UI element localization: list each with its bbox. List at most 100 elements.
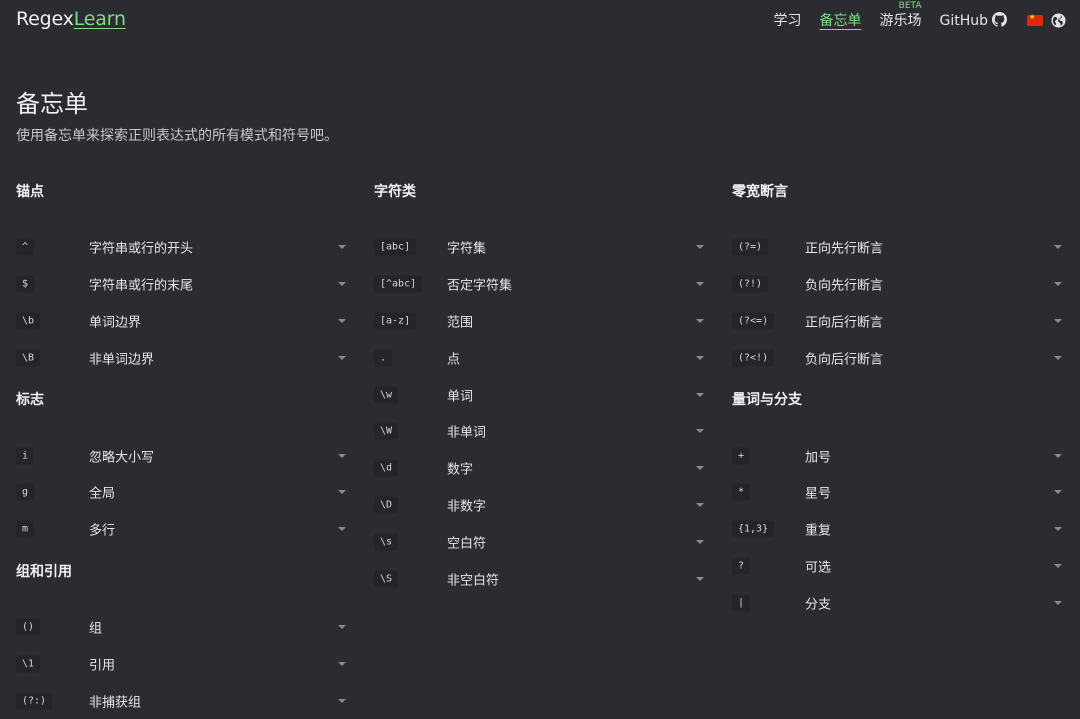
cheatsheet-item[interactable]: (?=) 正向先行断言 xyxy=(732,229,1062,266)
china-flag-icon[interactable] xyxy=(1027,13,1043,26)
chevron-down-icon[interactable] xyxy=(1054,490,1062,495)
cheatsheet-item[interactable]: \d 数字 xyxy=(374,450,704,487)
chevron-down-icon[interactable] xyxy=(1054,355,1062,360)
nav-learn-link[interactable]: 学习 xyxy=(773,10,801,30)
pattern-code: (?<!) xyxy=(732,349,775,367)
chevron-down-icon[interactable] xyxy=(696,429,704,434)
chevron-down-icon[interactable] xyxy=(1054,453,1062,458)
chevron-down-icon[interactable] xyxy=(338,282,346,287)
chevron-down-icon[interactable] xyxy=(1054,527,1062,532)
cheatsheet-item[interactable]: + 加号 xyxy=(732,437,1062,474)
pattern-label: 字符串或行的末尾 xyxy=(89,278,194,294)
section-title: 标志 xyxy=(16,392,44,409)
cheatsheet-item[interactable]: (?<!) 负向后行断言 xyxy=(732,339,1062,376)
cheatsheet-item[interactable]: (?:) 非捕获组 xyxy=(16,682,346,719)
cheatsheet-item[interactable]: (?<=) 正向后行断言 xyxy=(732,303,1062,340)
cheatsheet-item[interactable]: (?!) 负向先行断言 xyxy=(732,266,1062,303)
cheatsheet-item[interactable]: \w 单词 xyxy=(374,376,704,413)
chevron-down-icon[interactable] xyxy=(696,539,704,544)
chevron-down-icon[interactable] xyxy=(338,318,346,323)
section-title: 字符类 xyxy=(374,184,416,200)
cheatsheet-item[interactable]: | 分支 xyxy=(732,584,1062,621)
chevron-down-icon[interactable] xyxy=(696,392,704,397)
cheatsheet-item[interactable]: .点 xyxy=(374,339,704,376)
nav-github-link[interactable]: GitHub xyxy=(939,11,1007,29)
chevron-down-icon[interactable] xyxy=(696,355,704,360)
cheatsheet-item[interactable]: \B 非单词边界 xyxy=(16,339,346,376)
chevron-down-icon[interactable] xyxy=(338,527,346,532)
chevron-down-icon[interactable] xyxy=(1054,318,1062,323)
beta-badge: BETA xyxy=(898,1,922,11)
pattern-code: [^abc] xyxy=(374,275,423,293)
cheatsheet-item[interactable]: () 组 xyxy=(16,609,346,646)
pattern-label: 非捕获组 xyxy=(89,695,142,711)
nav-github-label: GitHub xyxy=(939,12,988,29)
nav-cheatsheet-link[interactable]: 备忘单 xyxy=(819,10,861,30)
pattern-label: 组 xyxy=(89,621,103,637)
logo-accent: Learn xyxy=(73,8,126,30)
chevron-down-icon[interactable] xyxy=(696,466,704,471)
chevron-down-icon[interactable] xyxy=(1054,282,1062,287)
cheatsheet-item[interactable]: {1,3} 重复 xyxy=(732,511,1062,548)
cheatsheet-item[interactable]: $ 字符串或行的末尾 xyxy=(16,266,346,303)
cheatsheet-item[interactable]: g 全局 xyxy=(16,474,346,511)
pattern-label: 加号 xyxy=(805,450,832,466)
pattern-code: + xyxy=(732,447,751,465)
chevron-down-icon[interactable] xyxy=(1054,600,1062,605)
cheatsheet-item[interactable]: [^abc] 否定字符集 xyxy=(374,266,704,303)
pattern-label: 点 xyxy=(447,352,461,368)
pattern-label: 分支 xyxy=(805,597,832,613)
cheatsheet-item[interactable]: \1 引用 xyxy=(16,645,346,682)
pattern-code: (?!) xyxy=(732,275,769,293)
cheatsheet-item[interactable]: * 星号 xyxy=(732,474,1062,511)
chevron-down-icon[interactable] xyxy=(696,318,704,323)
chevron-down-icon[interactable] xyxy=(338,355,346,360)
pattern-label: 正向先行断言 xyxy=(805,241,884,257)
chevron-down-icon[interactable] xyxy=(338,453,346,458)
cheatsheet-column: 零宽断言 (?=) 正向先行断言 (?!) 负向先行断言 (?<=) 正向后行断言 (?<!)… xyxy=(732,168,1062,621)
cheatsheet-item[interactable]: \S 非空白符 xyxy=(374,560,704,597)
cheatsheet-item[interactable]: ? 可选 xyxy=(732,548,1062,585)
pattern-label: 数字 xyxy=(447,462,474,478)
cheatsheet-item[interactable]: i 忽略大小写 xyxy=(16,437,346,474)
cheatsheet-item[interactable]: \D 非数字 xyxy=(374,487,704,524)
chevron-down-icon[interactable] xyxy=(338,490,346,495)
chevron-down-icon[interactable] xyxy=(696,245,704,250)
chevron-down-icon[interactable] xyxy=(338,698,346,703)
pattern-code: (?=) xyxy=(732,238,769,256)
chevron-down-icon[interactable] xyxy=(696,502,704,507)
pattern-label: 空白符 xyxy=(447,536,487,552)
cheatsheet-column: 锚点 ^ 字符串或行的开头 $ 字符串或行的末尾 \b 单词边界 \B 非单词边界 标志 i 忽略大小… xyxy=(16,168,346,719)
chevron-down-icon[interactable] xyxy=(338,661,346,666)
cheatsheet-item[interactable]: [a-z] 范围 xyxy=(374,303,704,340)
cheatsheet-column: 字符类 [abc] 字符集 [^abc] 否定字符集 [a-z] 范围. 点 \w 单词 \W 非单词… xyxy=(374,168,704,597)
pattern-label: 负向后行断言 xyxy=(805,352,884,368)
pattern-code: \d xyxy=(374,459,399,477)
cheatsheet-item[interactable]: \W 非单词 xyxy=(374,413,704,450)
pattern-code: \W xyxy=(374,422,399,440)
globe-icon[interactable] xyxy=(1051,12,1066,28)
pattern-label: 单词 xyxy=(447,389,474,405)
chevron-down-icon[interactable] xyxy=(338,624,346,629)
pattern-label: 非空白符 xyxy=(447,573,500,589)
chevron-down-icon[interactable] xyxy=(338,245,346,250)
pattern-code: [a-z] xyxy=(374,312,417,330)
pattern-code: {1,3} xyxy=(732,520,775,538)
cheatsheet-item[interactable]: \s 空白符 xyxy=(374,523,704,560)
pattern-label: 星号 xyxy=(805,486,832,502)
chevron-down-icon[interactable] xyxy=(696,576,704,581)
cheatsheet-item[interactable]: m 多行 xyxy=(16,511,346,548)
chevron-down-icon[interactable] xyxy=(1054,245,1062,250)
nav-playground-link[interactable]: 游乐场 BETA xyxy=(879,1,921,30)
chevron-down-icon[interactable] xyxy=(696,282,704,287)
chevron-down-icon[interactable] xyxy=(1054,563,1062,568)
cheatsheet-item[interactable]: [abc] 字符集 xyxy=(374,229,704,266)
cheatsheet-item[interactable]: \b 单词边界 xyxy=(16,303,346,340)
pattern-label: 引用 xyxy=(89,658,116,674)
cheatsheet-item[interactable]: ^ 字符串或行的开头 xyxy=(16,229,346,266)
pattern-code: ? xyxy=(732,557,751,575)
cheatsheet-section: 锚点 ^ 字符串或行的开头 $ 字符串或行的末尾 \b 单词边界 \B 非单词边界 xyxy=(16,182,346,376)
logo[interactable]: RegexLearn xyxy=(16,8,126,30)
pattern-label: 全局 xyxy=(89,486,116,502)
cheatsheet-section: 组和引用 () 组 \1 引用 (?:) 非捕获组 xyxy=(16,562,346,719)
